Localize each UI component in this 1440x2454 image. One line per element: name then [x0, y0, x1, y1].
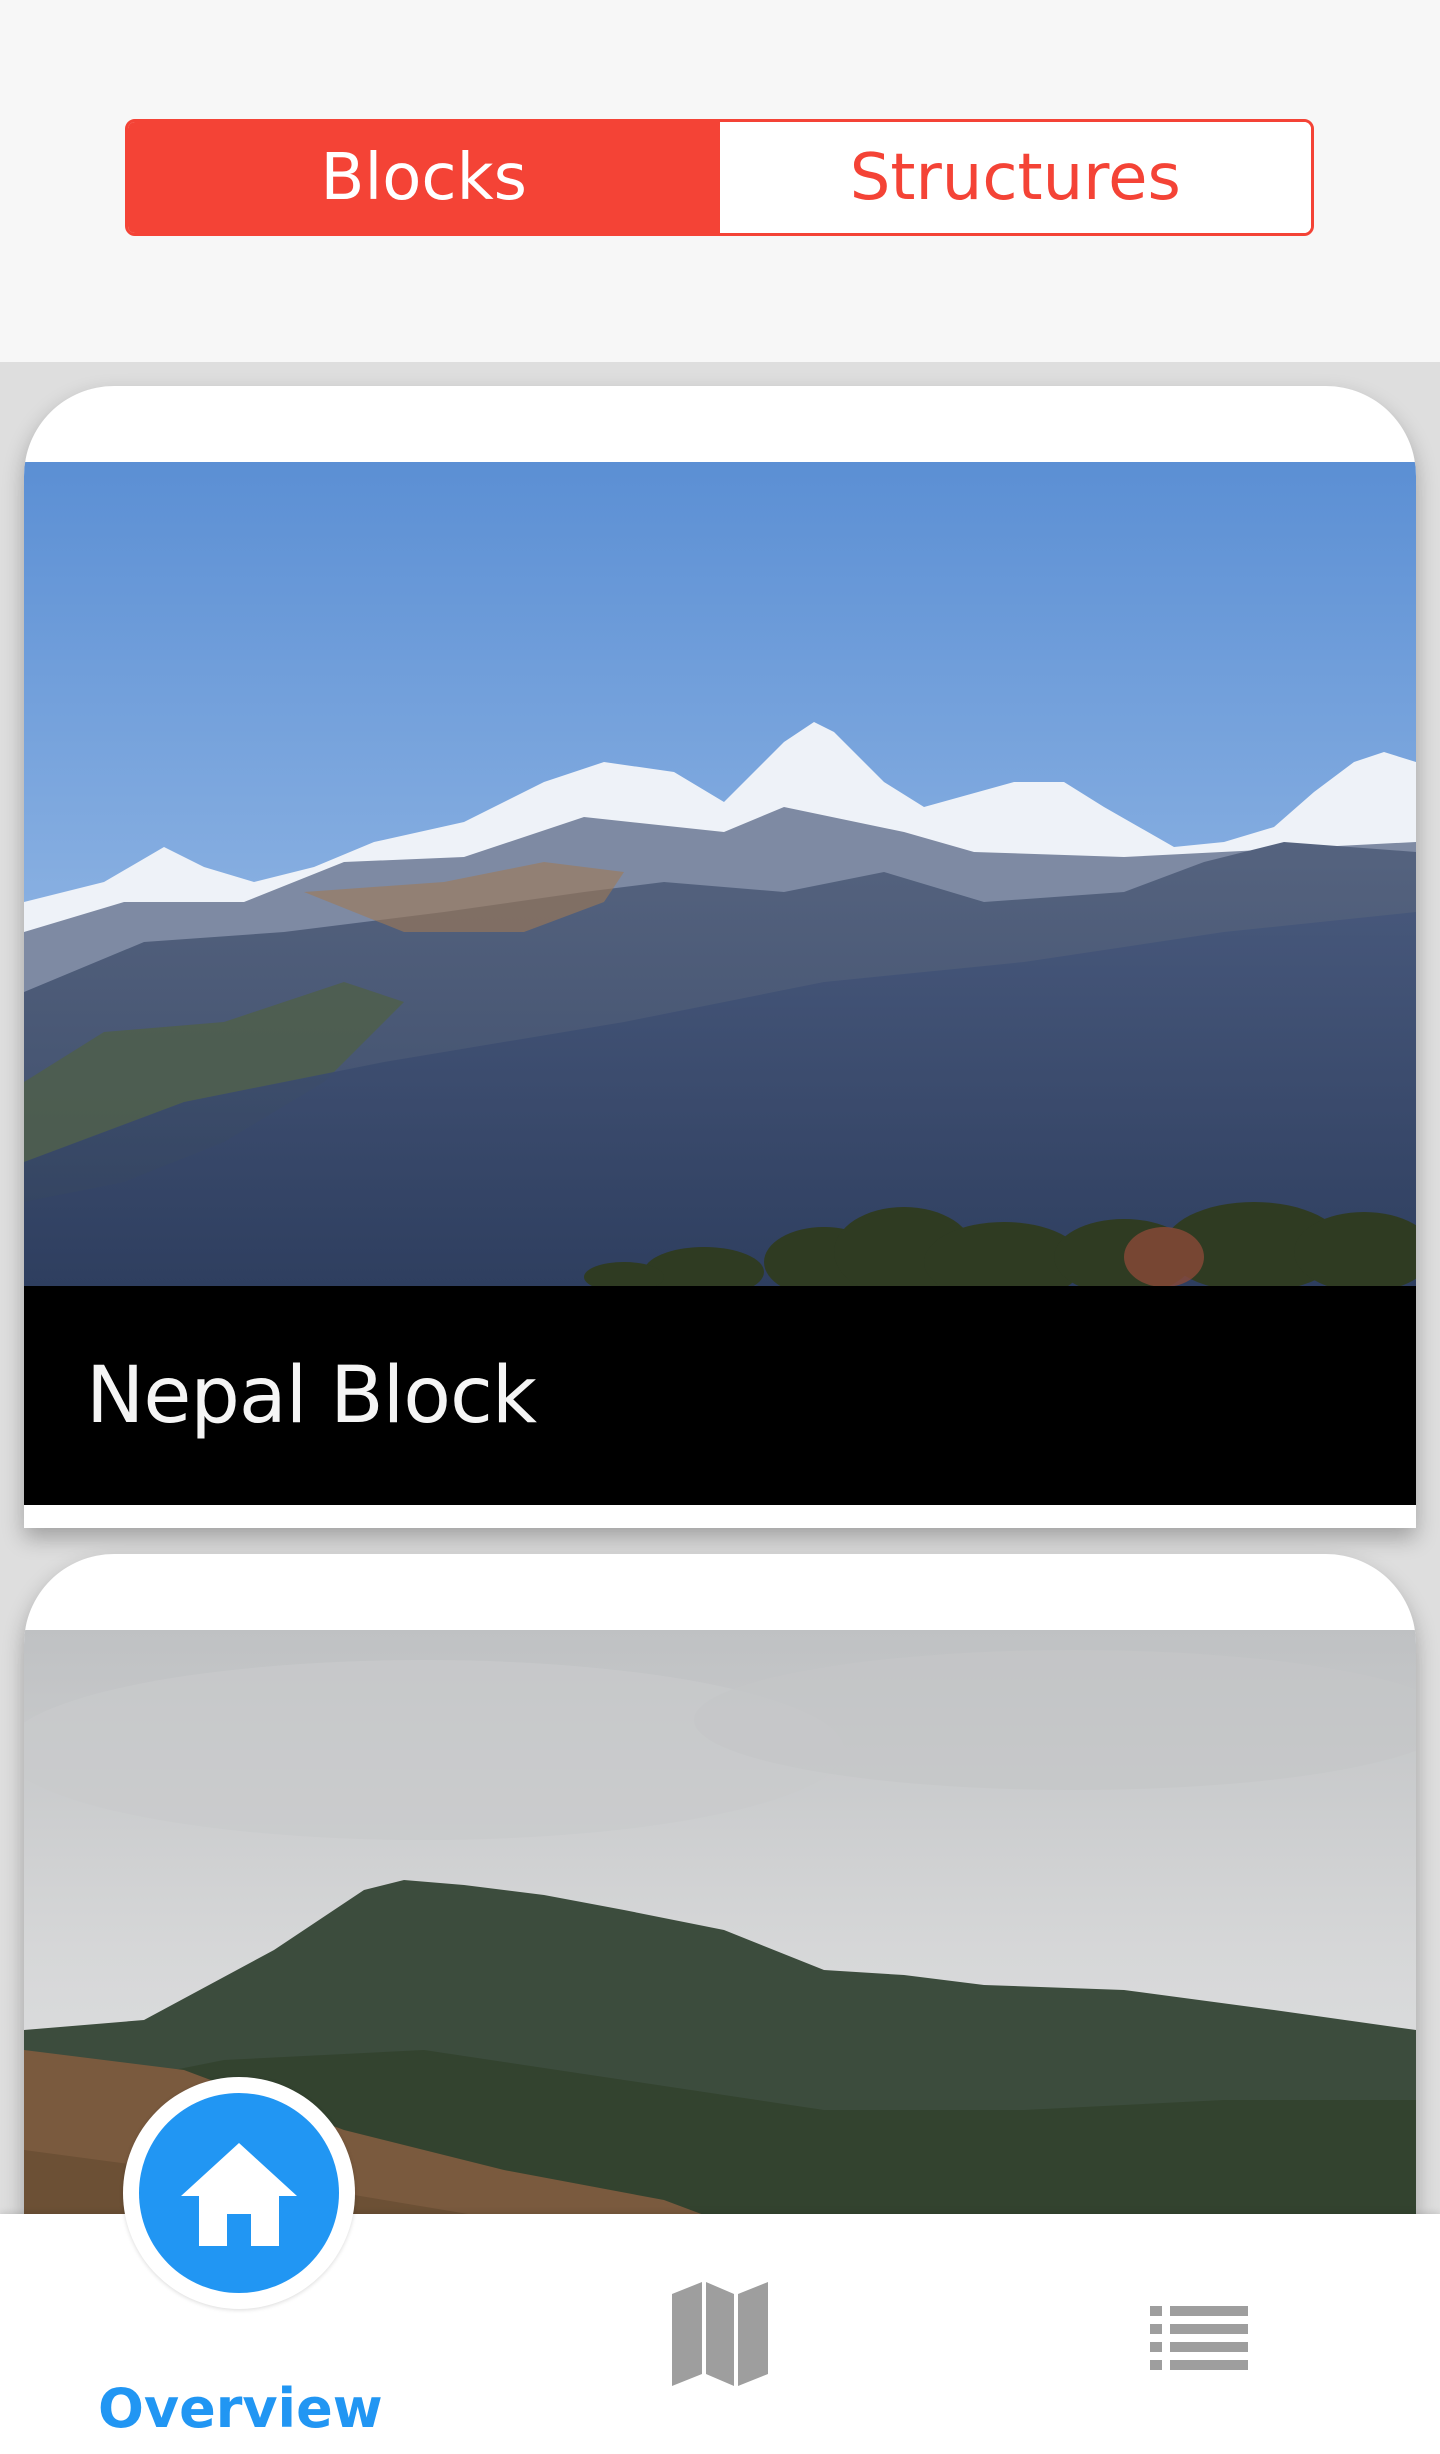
nav-list[interactable] — [1140, 2284, 1260, 2384]
card-caption: Nepal Block — [24, 1286, 1416, 1505]
card-list[interactable]: Nepal Block — [0, 362, 1440, 2215]
tab-blocks[interactable]: Blocks — [128, 122, 720, 233]
nav-label-overview: Overview — [98, 2377, 383, 2440]
home-button[interactable] — [123, 2077, 355, 2309]
nav-overview[interactable]: Overview — [98, 2077, 383, 2454]
top-header: Blocks Structures — [0, 0, 1440, 362]
mountain-photo — [24, 462, 1416, 1286]
map-icon — [672, 2282, 768, 2386]
bottom-navigation: Overview — [0, 2077, 1440, 2454]
card-title: Nepal Block — [86, 1350, 537, 1441]
segmented-control: Blocks Structures — [125, 119, 1314, 236]
home-button-circle — [139, 2093, 339, 2293]
home-icon — [181, 2143, 297, 2246]
nav-map[interactable] — [660, 2274, 780, 2394]
list-icon — [1150, 2306, 1248, 2370]
tab-structures[interactable]: Structures — [719, 122, 1311, 233]
block-card[interactable]: Nepal Block — [24, 386, 1416, 1528]
